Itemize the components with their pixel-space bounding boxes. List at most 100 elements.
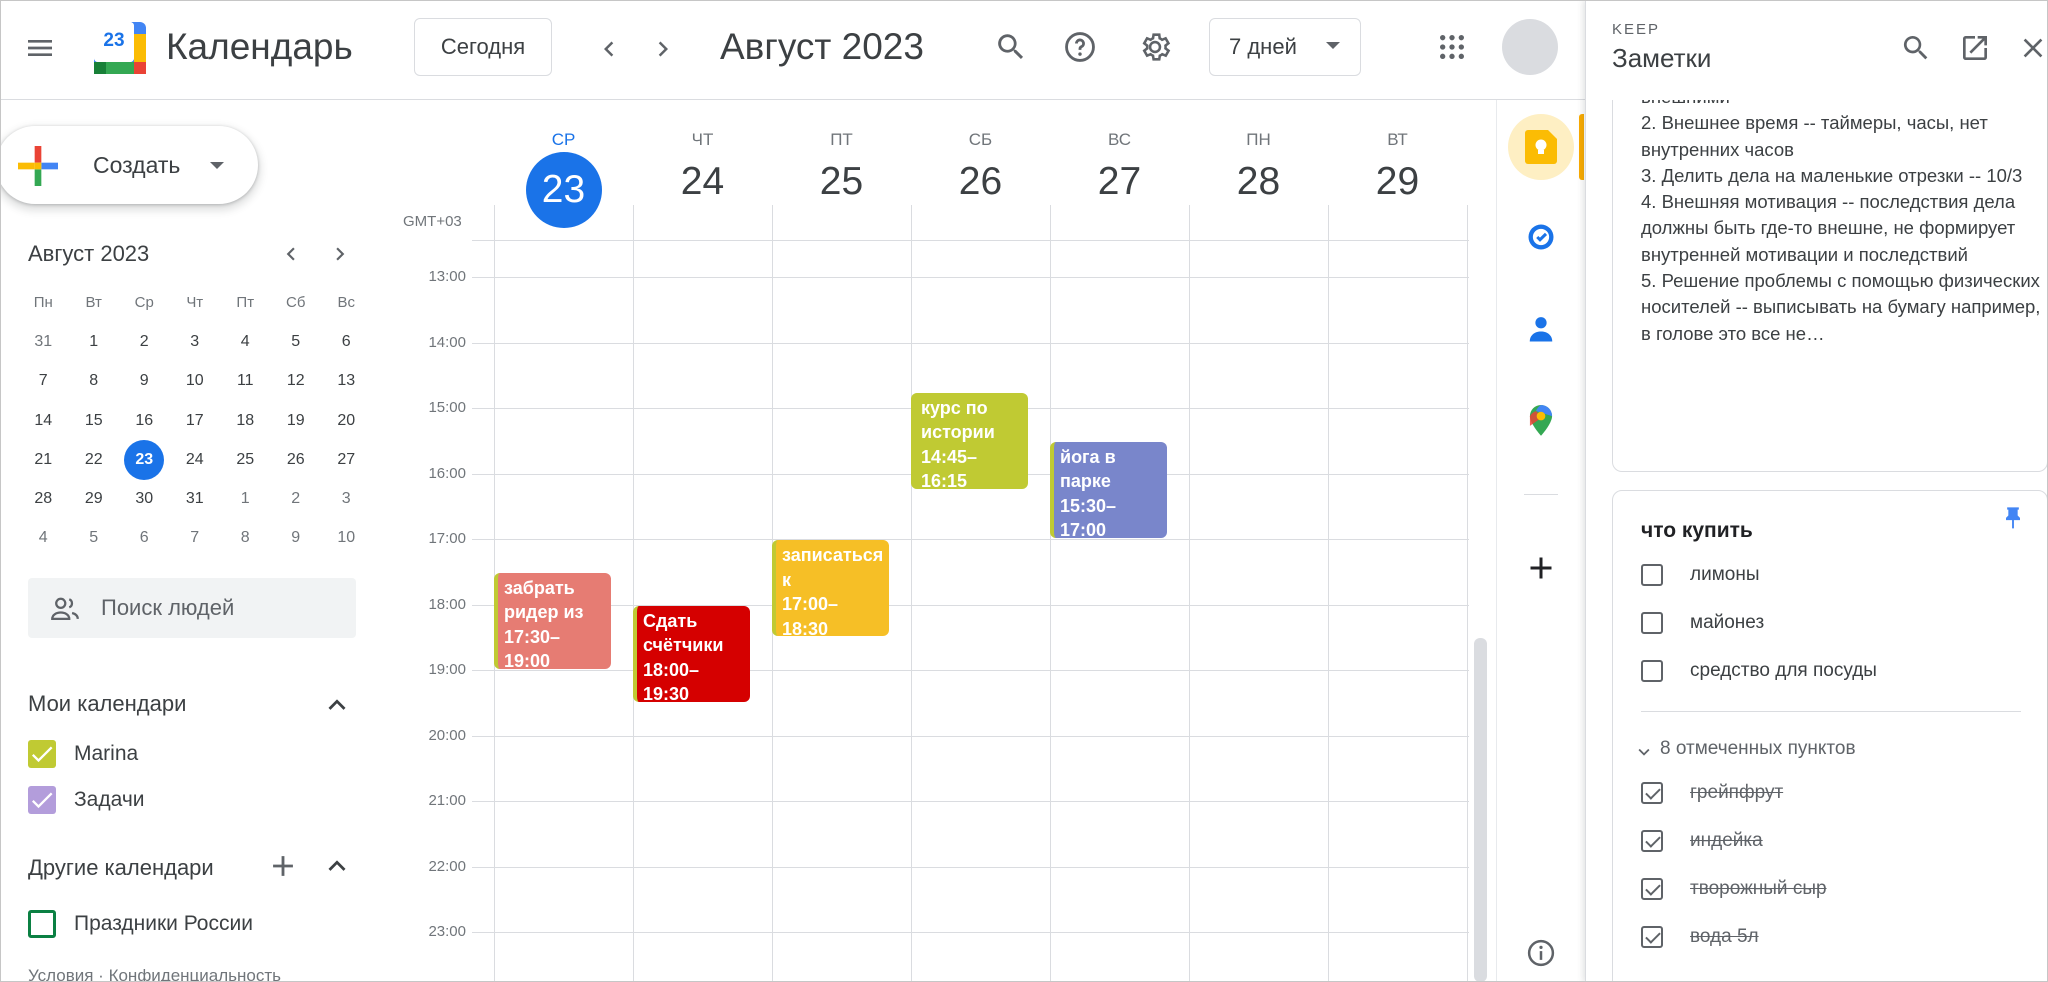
search-icon[interactable] [994, 30, 1028, 64]
info-icon[interactable] [1526, 938, 1556, 968]
checkbox[interactable] [1641, 564, 1663, 586]
mini-calendar-next-icon[interactable] [327, 241, 353, 267]
mini-calendar-day[interactable]: 5 [69, 519, 120, 558]
mini-calendar-day[interactable]: 8 [220, 519, 271, 558]
mini-calendar-day[interactable]: 14 [18, 401, 69, 440]
mini-calendar-day[interactable]: 17 [170, 401, 221, 440]
grid-scrollbar[interactable] [1474, 638, 1487, 982]
mini-calendar-day[interactable]: 28 [18, 479, 69, 518]
chevron-down-icon[interactable] [1633, 741, 1655, 763]
checked-item[interactable]: индейка [1641, 830, 1763, 852]
mini-calendar-day[interactable]: 21 [18, 440, 69, 479]
checklist-item[interactable]: средство для посуды [1641, 660, 1877, 682]
date-number[interactable]: 27 [1050, 160, 1189, 204]
checkbox[interactable] [1641, 782, 1663, 804]
day-header[interactable]: ПН 28 [1189, 130, 1328, 204]
checked-item[interactable]: грейпфрут [1641, 782, 1783, 804]
checkbox[interactable] [1641, 660, 1663, 682]
create-button[interactable]: Создать [0, 126, 258, 204]
calendar-checkbox[interactable] [28, 740, 56, 768]
mini-calendar-day[interactable]: 18 [220, 401, 271, 440]
mini-calendar-day[interactable]: 4 [18, 519, 69, 558]
checked-items-toggle[interactable]: 8 отмеченных пунктов [1660, 738, 1856, 760]
calendar-event[interactable]: Сдать счётчики 18:00–19:30 [633, 605, 750, 702]
checkbox[interactable] [1641, 878, 1663, 900]
date-number[interactable]: 29 [1328, 160, 1467, 204]
checked-item[interactable]: вода 5л [1641, 926, 1759, 948]
mini-calendar-day[interactable]: 26 [271, 440, 322, 479]
mini-calendar-day[interactable]: 16 [119, 401, 170, 440]
keep-search-icon[interactable] [1900, 32, 1932, 64]
close-panel-icon[interactable] [2017, 32, 2048, 64]
previous-period-icon[interactable] [594, 34, 624, 64]
calendar-event[interactable]: забрать ридер из 17:30–19:00 [494, 572, 611, 669]
mini-calendar-day[interactable]: 6 [119, 519, 170, 558]
today-date-number[interactable]: 23 [525, 152, 602, 228]
mini-calendar-day[interactable]: 20 [321, 401, 372, 440]
mini-calendar-day[interactable]: 4 [220, 322, 271, 361]
main-menu-icon[interactable] [24, 32, 56, 64]
add-calendar-icon[interactable] [266, 849, 300, 883]
mini-calendar-day[interactable]: 7 [18, 362, 69, 401]
day-header[interactable]: СР 23 [494, 130, 633, 228]
day-header[interactable]: СБ 26 [911, 130, 1050, 204]
mini-calendar-day[interactable]: 11 [220, 362, 271, 401]
calendar-item-tasks[interactable]: Задачи [28, 786, 328, 816]
mini-calendar-day[interactable]: 24 [170, 440, 221, 479]
mini-calendar-day[interactable]: 13 [321, 362, 372, 401]
collapse-up-icon[interactable] [320, 849, 354, 883]
keep-checklist-card[interactable]: что купить лимоны майонез средство для п… [1612, 490, 2048, 982]
checklist-item[interactable]: майонез [1641, 612, 1764, 634]
checklist-item[interactable]: лимоны [1641, 564, 1759, 586]
date-number[interactable]: 28 [1189, 160, 1328, 204]
calendar-event[interactable]: записаться к 17:00–18:30 [772, 540, 889, 637]
mini-calendar-day[interactable]: 30 [119, 479, 170, 518]
view-selector-button[interactable]: 7 дней [1209, 18, 1361, 76]
help-icon[interactable] [1063, 30, 1097, 64]
mini-calendar-day[interactable]: 27 [321, 440, 372, 479]
checked-item[interactable]: творожный сыр [1641, 878, 1827, 900]
people-search-field[interactable]: Поиск людей [28, 578, 356, 638]
maps-app-icon[interactable] [1526, 405, 1556, 437]
calendar-event[interactable]: курс по истории 14:45–16:15 [911, 392, 1028, 489]
get-addons-plus-icon[interactable] [1523, 550, 1559, 586]
calendar-checkbox[interactable] [28, 786, 56, 814]
pin-icon[interactable] [1999, 505, 2027, 533]
calendar-checkbox[interactable] [28, 910, 56, 938]
mini-calendar-day[interactable]: 1 [220, 479, 271, 518]
checkbox[interactable] [1641, 830, 1663, 852]
open-in-new-tab-icon[interactable] [1959, 32, 1991, 64]
mini-calendar-day[interactable]: 3 [321, 479, 372, 518]
settings-gear-icon[interactable] [1138, 30, 1172, 64]
contacts-app-icon[interactable] [1526, 314, 1556, 344]
date-number[interactable]: 25 [772, 160, 911, 204]
checkbox[interactable] [1641, 612, 1663, 634]
mini-calendar-day[interactable]: 22 [69, 440, 120, 479]
day-header[interactable]: ВС 27 [1050, 130, 1189, 204]
mini-calendar-day[interactable]: 5 [271, 322, 322, 361]
keep-note-card[interactable]: внешними 2. Внешнее время -- таймеры, час… [1612, 100, 2048, 472]
mini-calendar-day[interactable]: 6 [321, 322, 372, 361]
mini-calendar-day[interactable]: 2 [271, 479, 322, 518]
date-number[interactable]: 24 [633, 160, 772, 204]
tasks-app-icon[interactable] [1526, 222, 1556, 252]
account-avatar[interactable] [1502, 19, 1558, 75]
mini-calendar-day[interactable]: 3 [170, 322, 221, 361]
my-calendars-title[interactable]: Мои календари [28, 691, 186, 717]
mini-calendar-day[interactable]: 1 [69, 322, 120, 361]
mini-calendar-day[interactable]: 7 [170, 519, 221, 558]
mini-calendar-day[interactable]: 9 [119, 362, 170, 401]
today-button[interactable]: Сегодня [414, 18, 552, 76]
day-header[interactable]: ВТ 29 [1328, 130, 1467, 204]
mini-calendar-day[interactable]: 12 [271, 362, 322, 401]
mini-calendar-day[interactable]: 8 [69, 362, 120, 401]
mini-calendar-day[interactable]: 31 [170, 479, 221, 518]
calendar-logo-icon[interactable]: 23 [94, 22, 146, 74]
footer-links[interactable]: Условия · Конфиденциальность [28, 966, 281, 982]
collapse-up-icon[interactable] [320, 688, 354, 722]
other-calendars-title[interactable]: Другие календари [28, 855, 214, 881]
mini-calendar-day[interactable]: 9 [271, 519, 322, 558]
mini-calendar-day[interactable]: 31 [18, 322, 69, 361]
calendar-item-holidays[interactable]: Праздники России [28, 910, 328, 940]
day-header[interactable]: ЧТ 24 [633, 130, 772, 204]
